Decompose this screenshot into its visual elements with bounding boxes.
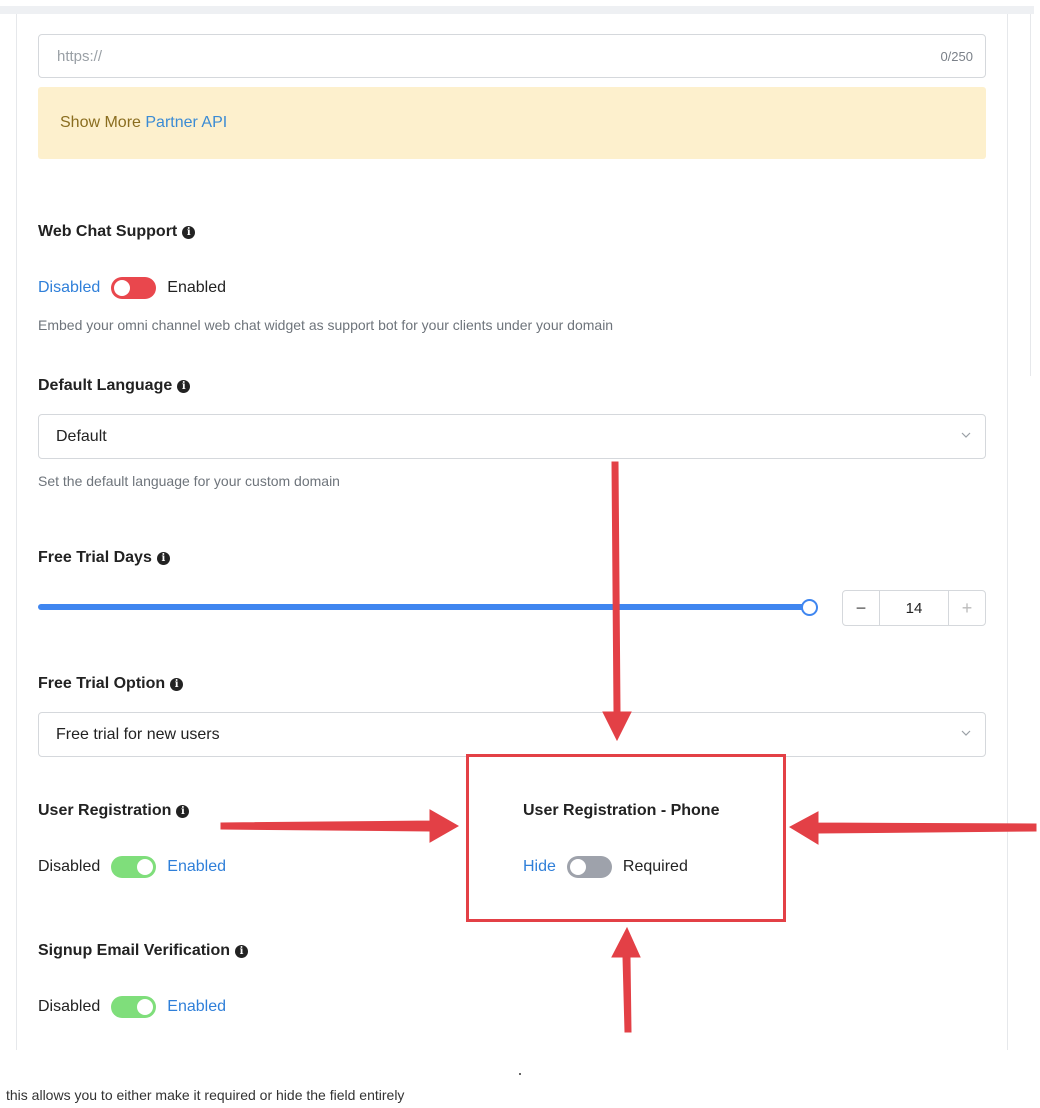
- web-chat-support-label: Web Chat Support i: [38, 223, 196, 241]
- partner-api-notice: Show More Partner API: [38, 87, 986, 159]
- free-trial-option-label: Free Trial Option i: [38, 675, 184, 693]
- info-icon[interactable]: i: [170, 677, 184, 691]
- free-trial-days-title: Free Trial Days: [38, 549, 152, 566]
- default-language-label: Default Language i: [38, 377, 191, 395]
- free-trial-option-value: Free trial for new users: [56, 726, 220, 743]
- user-registration-label: User Registration i: [38, 802, 190, 820]
- signup-email-enabled-label[interactable]: Enabled: [167, 998, 226, 1016]
- user-registration-title: User Registration: [38, 802, 172, 819]
- increment-button[interactable]: +: [949, 591, 985, 625]
- toggle-knob: [114, 280, 131, 296]
- signup-email-verification-toggle-row: Disabled Enabled: [38, 996, 226, 1018]
- chevron-down-icon: [961, 730, 971, 736]
- free-trial-option-title: Free Trial Option: [38, 675, 166, 692]
- info-icon[interactable]: i: [182, 225, 196, 239]
- web-chat-support-title: Web Chat Support: [38, 223, 178, 240]
- user-registration-toggle-row: Disabled Enabled: [38, 856, 226, 878]
- default-language-help-text: Set the default language for your custom…: [38, 473, 340, 489]
- free-trial-days-stepper[interactable]: − 14 +: [842, 590, 986, 626]
- user-registration-disabled-label[interactable]: Disabled: [38, 858, 100, 876]
- web-chat-toggle[interactable]: [111, 277, 157, 299]
- slider-handle[interactable]: [801, 599, 818, 616]
- notice-text-wrap: Show More Partner API: [60, 114, 227, 132]
- free-trial-days-slider[interactable]: [38, 604, 810, 610]
- signup-email-disabled-label[interactable]: Disabled: [38, 998, 100, 1016]
- partner-api-link[interactable]: Partner API: [145, 114, 227, 131]
- character-counter: 0/250: [940, 49, 973, 64]
- default-language-select[interactable]: Default: [38, 414, 986, 459]
- signup-email-verification-title: Signup Email Verification: [38, 942, 231, 959]
- web-chat-toggle-row: Disabled Enabled: [38, 277, 226, 299]
- user-registration-enabled-label[interactable]: Enabled: [167, 858, 226, 876]
- free-trial-days-label: Free Trial Days i: [38, 549, 170, 567]
- caption-text: this allows you to either make it requir…: [6, 1087, 405, 1103]
- url-input[interactable]: [55, 35, 835, 77]
- signup-email-verification-label: Signup Email Verification i: [38, 942, 249, 960]
- decrement-button[interactable]: −: [843, 591, 879, 625]
- default-language-value: Default: [56, 428, 107, 445]
- web-chat-help-text: Embed your omni channel web chat widget …: [38, 317, 614, 333]
- scrollbar[interactable]: [1030, 14, 1034, 376]
- info-icon[interactable]: i: [156, 551, 170, 565]
- toggle-knob: [137, 999, 154, 1015]
- chevron-down-icon: [961, 432, 971, 438]
- signup-email-verification-toggle[interactable]: [111, 996, 157, 1018]
- toggle-knob: [137, 859, 154, 875]
- url-field[interactable]: 0/250: [38, 34, 986, 78]
- info-icon[interactable]: i: [235, 944, 249, 958]
- notice-text: Show More: [60, 114, 141, 131]
- top-divider: [0, 6, 1034, 14]
- default-language-title: Default Language: [38, 377, 173, 394]
- web-chat-disabled-label[interactable]: Disabled: [38, 279, 100, 297]
- stepper-value[interactable]: 14: [879, 591, 949, 625]
- user-registration-toggle[interactable]: [111, 856, 157, 878]
- info-icon[interactable]: i: [176, 804, 190, 818]
- dot-mark: [519, 1073, 521, 1075]
- web-chat-enabled-label[interactable]: Enabled: [167, 279, 226, 297]
- free-trial-option-select[interactable]: Free trial for new users: [38, 712, 986, 757]
- highlight-box: [466, 754, 786, 922]
- info-icon[interactable]: i: [177, 379, 191, 393]
